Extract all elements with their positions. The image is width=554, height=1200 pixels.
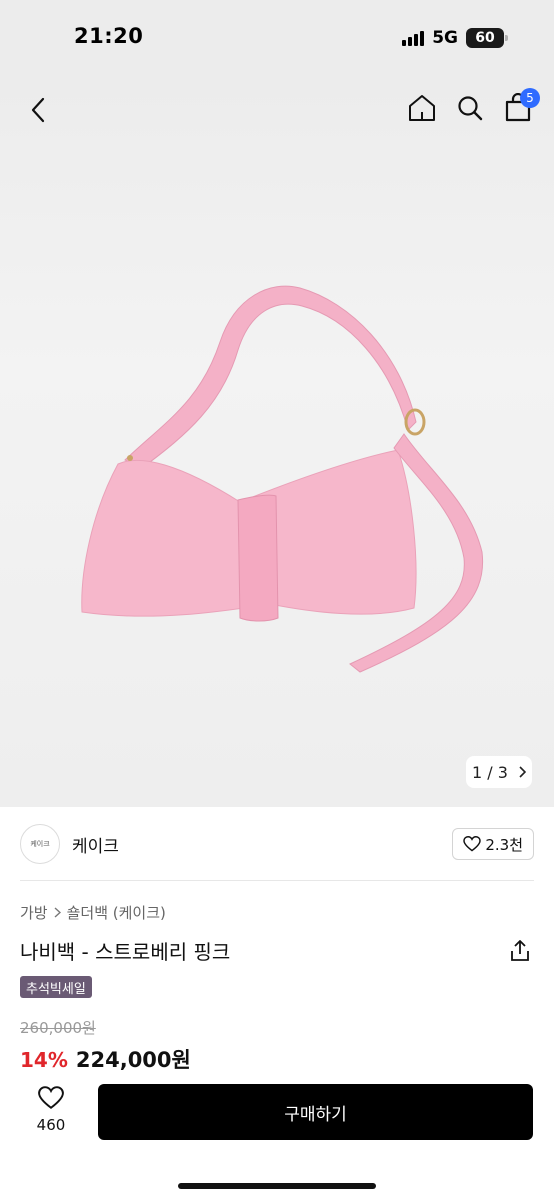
original-price: 260,000원	[20, 1019, 96, 1037]
sale-price: 224,000원	[75, 1048, 191, 1072]
product-image-gallery[interactable]: 5 1 / 3	[0, 76, 554, 807]
network-label: 5G	[432, 28, 458, 48]
home-indicator[interactable]	[178, 1183, 376, 1189]
breadcrumb-subcategory[interactable]: 숄더백 (케이크)	[67, 902, 166, 923]
buy-button[interactable]: 구매하기	[98, 1084, 533, 1140]
cart-button[interactable]: 5	[502, 88, 540, 126]
home-button[interactable]	[406, 90, 438, 126]
seller-logo-text: 케이크	[30, 840, 50, 848]
seller-row: 케이크 케이크 2.3천	[20, 818, 534, 870]
breadcrumb-category[interactable]: 가방	[20, 902, 48, 923]
status-indicators: 5G 60	[402, 26, 508, 50]
gallery-pager[interactable]: 1 / 3	[466, 756, 532, 788]
like-button[interactable]: 460	[22, 1086, 80, 1134]
back-icon	[31, 97, 45, 123]
price-row: 14% 224,000원	[20, 1044, 191, 1074]
search-icon	[458, 96, 483, 121]
breadcrumb: 가방 숄더백 (케이크)	[20, 902, 166, 923]
share-button[interactable]	[508, 938, 532, 964]
like-count: 460	[36, 1116, 66, 1134]
battery-icon: 60	[466, 28, 508, 48]
gallery-current: 1	[472, 762, 483, 782]
chevron-right-icon	[54, 907, 61, 918]
cart-count-badge: 5	[520, 88, 540, 108]
status-time: 21:20	[74, 24, 144, 48]
follow-button[interactable]: 2.3천	[452, 828, 534, 860]
back-button[interactable]	[22, 94, 54, 126]
header-actions: 5	[406, 88, 540, 126]
follower-count: 2.3천	[485, 835, 523, 854]
status-bar: 21:20 5G 60	[0, 0, 554, 76]
seller-name[interactable]: 케이크	[72, 832, 119, 857]
product-title: 나비백 - 스트로베리 핑크	[20, 940, 231, 964]
home-icon	[409, 95, 435, 121]
discount-rate: 14%	[20, 1048, 68, 1072]
search-button[interactable]	[454, 90, 486, 126]
share-icon	[511, 940, 529, 961]
heart-icon	[463, 836, 482, 852]
gallery-counter: 1 / 3	[472, 763, 508, 782]
product-bag-image	[81, 285, 484, 673]
battery-level: 60	[475, 30, 495, 46]
heart-icon	[38, 1086, 64, 1109]
signal-icon	[402, 30, 425, 46]
gallery-separator: /	[487, 762, 493, 782]
seller-logo[interactable]: 케이크	[20, 824, 60, 864]
divider	[20, 880, 534, 881]
chevron-right-icon	[519, 766, 526, 778]
gallery-total: 3	[497, 762, 508, 782]
sale-badge: 추석빅세일	[20, 976, 92, 998]
